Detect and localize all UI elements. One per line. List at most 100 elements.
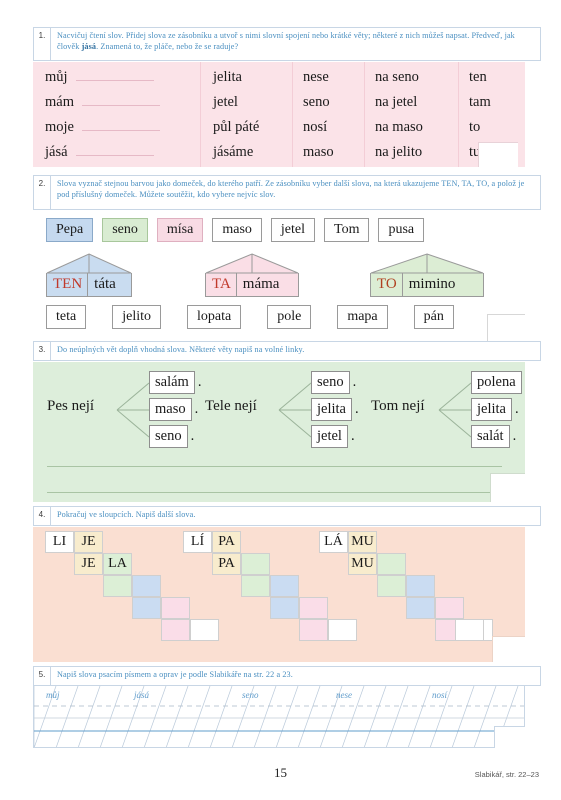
stair-cell[interactable] [132, 575, 161, 597]
model-word-nese: nese [336, 690, 352, 700]
exercise-3-sentence-builder: Pes nejí salám. maso. seno. Tele nejí se… [33, 362, 525, 502]
word-chip-tom[interactable]: Tom [324, 218, 370, 242]
ex1-cell: mám [33, 90, 200, 114]
model-word-nosi: nosí [432, 690, 448, 700]
write-blank-line[interactable] [82, 92, 160, 107]
house-ten[interactable]: TEN táta [46, 253, 132, 297]
exercise-4-syllable-stairs: LI JE JE LA LÍ PA PA LÁ MU MU [33, 527, 525, 662]
exercise-2-instruction: 2. Slova vyznač stejnou barvou jako dome… [33, 175, 541, 210]
ex3-corner-notch [490, 473, 525, 502]
word-chip-seno[interactable]: seno [102, 218, 148, 242]
exercise-3-instruction: 3. Do neúplných vět doplň vhodná slova. … [33, 341, 541, 361]
ex1-word: jásá [45, 143, 68, 160]
word-chip-pepa[interactable]: Pepa [46, 218, 94, 242]
ex2-corner-notch [487, 314, 525, 341]
option-seno[interactable]: seno [149, 425, 188, 448]
write-blank-line[interactable] [82, 117, 160, 131]
ex1-column-2: jelita jetel půl páté jásáme [201, 62, 293, 167]
word-chip-misa[interactable]: mísa [156, 218, 204, 242]
house-to[interactable]: TO mimino [370, 253, 484, 297]
word-chip-pan[interactable]: pán [413, 305, 454, 329]
option-row: jelita. [471, 397, 525, 422]
option-maso[interactable]: maso [149, 398, 192, 421]
option-jelita[interactable]: jelita [311, 398, 352, 421]
stair-cell[interactable]: JE [74, 553, 103, 575]
ex1-column-4: na seno na jetel na maso na jelito [365, 62, 459, 167]
stair-cell[interactable] [377, 575, 406, 597]
stair-row [299, 619, 357, 641]
exercise-1-number: 1. [34, 28, 51, 60]
stair-row [270, 597, 328, 619]
ex1-column-1: můj mám moje jásá [33, 62, 201, 167]
stair-cell[interactable] [406, 597, 435, 619]
house-body: TO mimino [370, 273, 484, 297]
exercise-2-number: 2. [34, 176, 51, 209]
stair-cell[interactable]: MU [348, 531, 377, 553]
stair-cell[interactable] [377, 553, 406, 575]
ex1-cell: maso [303, 143, 334, 160]
stair-cell[interactable]: PA [212, 553, 241, 575]
stair-cell[interactable]: LA [103, 553, 132, 575]
stair-cell[interactable] [270, 575, 299, 597]
option-seno[interactable]: seno [311, 371, 350, 394]
sentence-lead-tele: Tele nejí [205, 398, 257, 414]
stair-cell[interactable] [435, 597, 464, 619]
stair-cell[interactable] [103, 575, 132, 597]
word-chip-lopata[interactable]: lopata [187, 305, 242, 329]
stair-row [103, 575, 161, 597]
option-row: salám. [149, 370, 201, 395]
ex1-word: můj [45, 69, 68, 86]
exercise-5-handwriting-practice[interactable]: můj jásá seno nese nosí [33, 686, 525, 748]
option-jetel[interactable]: jetel [311, 425, 348, 448]
stair-cell[interactable] [241, 553, 270, 575]
option-polena[interactable]: polena [471, 371, 522, 394]
stair-cell[interactable] [299, 619, 328, 641]
ex1-cell: jásáme [213, 143, 254, 160]
stair-cell[interactable]: LÁ [319, 531, 348, 553]
word-chip-maso[interactable]: maso [212, 218, 262, 242]
house-key-to: TO [371, 273, 403, 296]
free-writing-line[interactable] [47, 466, 502, 467]
option-salam[interactable]: salám [149, 371, 195, 394]
word-chip-pusa[interactable]: pusa [378, 218, 425, 242]
write-blank-line[interactable] [75, 67, 154, 82]
option-jelita[interactable]: jelita [471, 398, 512, 421]
model-word-seno: seno [242, 690, 259, 700]
stair-cell[interactable]: MU [348, 553, 377, 575]
word-chip-mapa[interactable]: mapa [337, 305, 388, 329]
free-writing-line[interactable] [47, 492, 502, 493]
ex1-word: mám [45, 94, 74, 111]
exercise-3-number: 3. [34, 342, 51, 360]
stair-cell[interactable] [161, 597, 190, 619]
stair-cell[interactable]: PA [212, 531, 241, 553]
stair-cell[interactable] [328, 619, 357, 641]
stair-cell[interactable] [161, 619, 190, 641]
period: . [515, 401, 519, 417]
word-chip-jetel[interactable]: jetel [270, 218, 316, 242]
stair-cell[interactable]: JE [74, 531, 103, 553]
stair-cell[interactable] [455, 619, 484, 641]
workbook-page: 1. Nacvičuj čtení slov. Přidej slova ze … [0, 0, 561, 800]
house-ta[interactable]: TA máma [205, 253, 299, 297]
word-chip-pole[interactable]: pole [267, 305, 312, 329]
option-row: seno. [149, 424, 201, 449]
ex1-cell: na maso [375, 118, 423, 135]
house-key-ten: TEN [47, 273, 89, 296]
word-chip-teta[interactable]: teta [46, 305, 87, 329]
ex1-cell: na jetel [375, 94, 418, 111]
stair-row [377, 575, 435, 597]
option-row: maso. [149, 397, 201, 422]
word-chip-jelito[interactable]: jelito [112, 305, 161, 329]
stair-cell[interactable]: LÍ [183, 531, 212, 553]
write-blank-line[interactable] [75, 142, 154, 156]
option-salat[interactable]: salát [471, 425, 510, 448]
ex1-cell: ten [469, 69, 487, 86]
stair-cell[interactable] [406, 575, 435, 597]
stair-cell[interactable] [241, 575, 270, 597]
stair-cell[interactable] [190, 619, 219, 641]
stair-cell[interactable] [270, 597, 299, 619]
stair-cell[interactable]: LI [45, 531, 74, 553]
stair-cell[interactable] [132, 597, 161, 619]
stair-cell[interactable] [299, 597, 328, 619]
stair-row: LÁ MU [319, 531, 377, 553]
